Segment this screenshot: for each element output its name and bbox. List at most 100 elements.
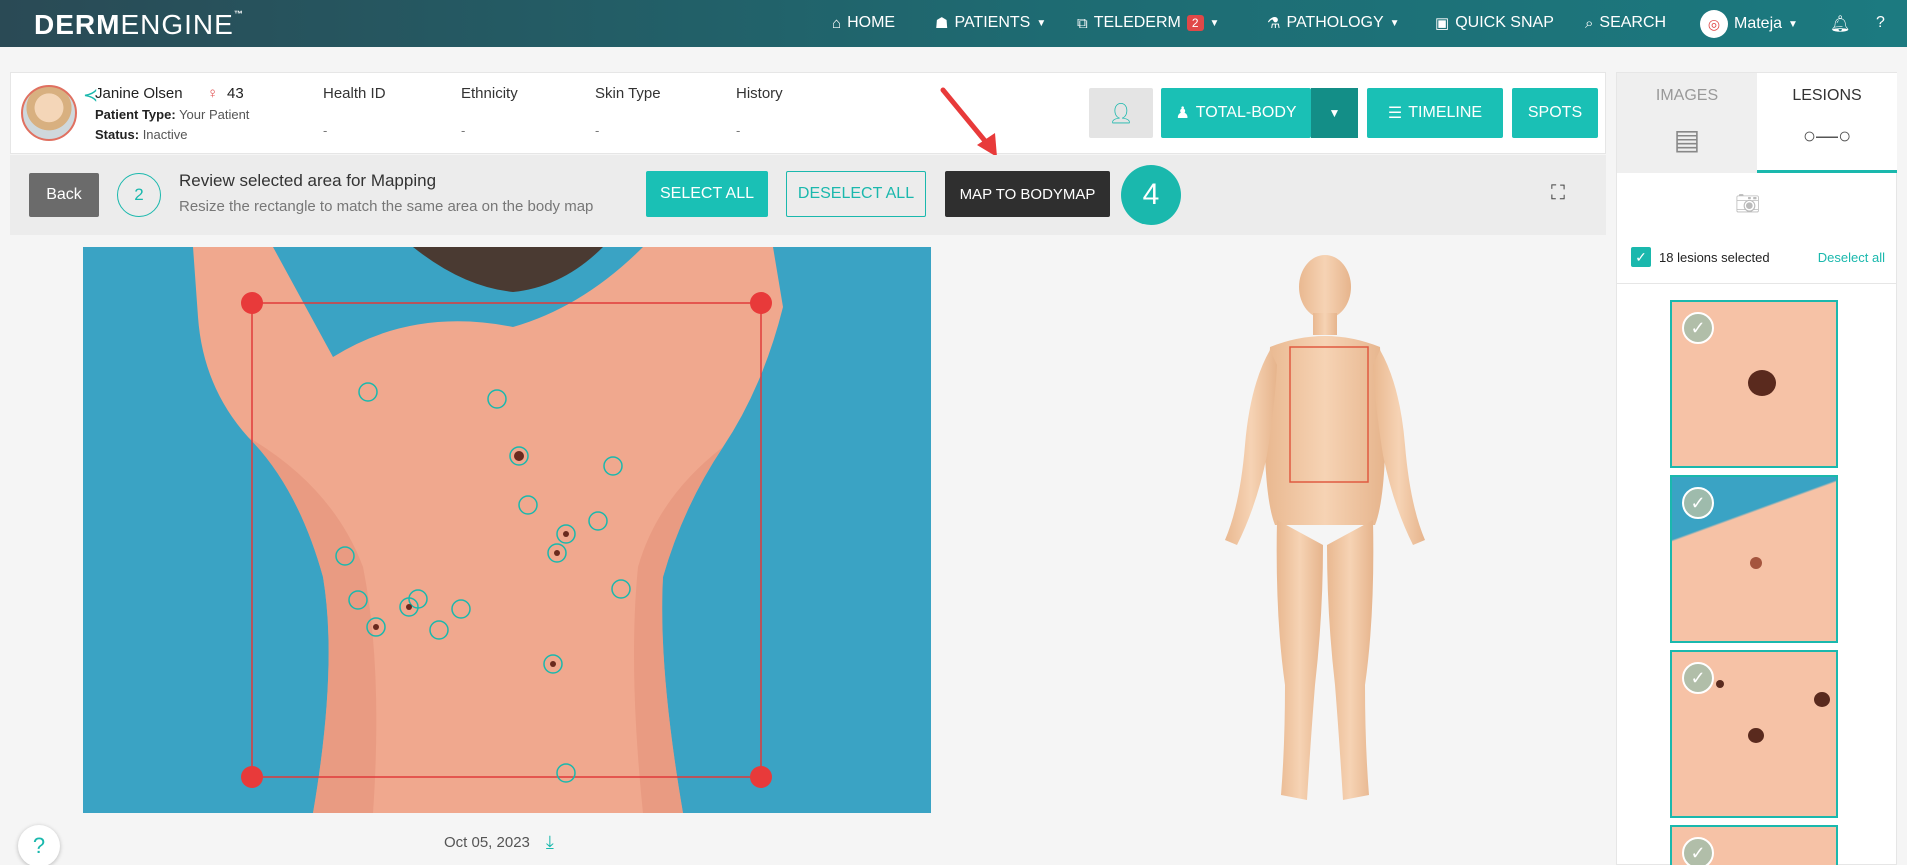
patient-status-row: Status: Inactive [95, 127, 188, 142]
chevron-down-icon: ▼ [1788, 18, 1798, 30]
images-stack-icon: ▤ [1673, 124, 1701, 155]
nav-pathology[interactable]: ⚗ PATHOLOGY ▼ [1267, 14, 1400, 32]
map-to-bodymap-button[interactable]: MAP TO BODYMAP [945, 171, 1110, 217]
nav-pathology-label: PATHOLOGY [1286, 14, 1384, 31]
step-indicator: 2 [117, 173, 161, 217]
lesion-mole [1748, 370, 1776, 396]
nav-user-menu[interactable]: ◎ Mateja ▼ [1700, 10, 1798, 38]
chevron-down-icon: ▼ [1328, 106, 1341, 120]
column-value-skin-type: - [595, 123, 600, 138]
nav-search-label: SEARCH [1599, 14, 1667, 31]
column-header-health-id: Health ID [323, 85, 386, 102]
column-value-history: - [736, 123, 741, 138]
lesion-mole [1750, 557, 1762, 569]
chevron-down-icon: ▼ [1389, 17, 1400, 29]
annotation-arrow [940, 87, 997, 157]
fullscreen-icon[interactable]: ⛶ [1551, 182, 1565, 205]
patient-avatar [21, 85, 77, 141]
nav-quick-snap[interactable]: ▣ QUICK SNAP [1435, 14, 1554, 32]
patient-header: ≺ Janine Olsen ♀ 43 Patient Type: Your P… [10, 72, 1606, 154]
nav-patients-label: PATIENTS [954, 14, 1031, 31]
logo-trademark: ™ [233, 9, 244, 19]
patients-icon: ☗ [935, 15, 949, 32]
bell-icon[interactable]: 🔔︎ [1830, 14, 1850, 34]
tab-lesions-label: LESIONS [1792, 87, 1862, 104]
back-photo-illustration [83, 247, 931, 813]
camera-icon[interactable]: 📷︎ [1735, 191, 1760, 216]
column-value-health-id: - [323, 123, 328, 138]
divider [1617, 283, 1896, 284]
body-icon: ♟ [1175, 105, 1190, 122]
total-body-label: TOTAL-BODY [1195, 104, 1297, 121]
chevron-down-icon: ▼ [1209, 17, 1220, 29]
lesion-mole [1748, 728, 1764, 743]
patient-status-value: Inactive [142, 127, 188, 142]
patient-photo[interactable] [83, 247, 931, 813]
step-subtitle: Resize the rectangle to match the same a… [179, 198, 594, 215]
female-icon: ♀ [207, 85, 219, 102]
patient-name: Janine Olsen [95, 85, 183, 102]
column-header-history: History [736, 85, 783, 102]
tab-images[interactable]: IMAGES ▤ [1617, 73, 1757, 173]
column-header-ethnicity: Ethnicity [461, 85, 518, 102]
patient-type-label: Patient Type: [95, 107, 176, 122]
download-icon[interactable]: ⤓ [546, 832, 554, 853]
check-icon: ✓ [1682, 312, 1714, 344]
patient-type-row: Patient Type: Your Patient [95, 107, 249, 122]
select-all-button[interactable]: SELECT ALL [646, 171, 768, 217]
patient-status-label: Status: [95, 127, 140, 142]
chevron-down-icon: ▼ [1036, 17, 1047, 29]
lesion-thumbnail[interactable]: ✓ [1670, 650, 1838, 818]
mapping-toolbar: Back 2 Review selected area for Mapping … [10, 155, 1606, 235]
microscope-icon: ⚗ [1267, 15, 1281, 32]
logo-text-bold: DERM [34, 9, 121, 40]
lesion-thumbnail[interactable]: ✓ [1670, 300, 1838, 468]
lesion-mole [1814, 692, 1830, 707]
notification-badge: 2 [1186, 15, 1204, 31]
nav-telederm-label: TELEDERM [1093, 14, 1181, 31]
nav-home[interactable]: ⌂ HOME [832, 14, 895, 32]
logo[interactable]: DERMENGINE™ [34, 9, 244, 41]
patient-profile-button[interactable]: 👤︎ [1089, 88, 1153, 138]
step-title: Review selected area for Mapping [179, 171, 437, 190]
total-body-button[interactable]: ♟ TOTAL-BODY [1161, 88, 1311, 138]
nav-telederm[interactable]: ⧉ TELEDERM 2 ▼ [1077, 14, 1219, 32]
column-header-skin-type: Skin Type [595, 85, 661, 102]
check-icon: ✓ [1682, 662, 1714, 694]
timeline-icon: ☰ [1387, 105, 1403, 122]
nav-quick-snap-label: QUICK SNAP [1455, 14, 1554, 31]
deselect-all-button[interactable]: DESELECT ALL [786, 171, 926, 217]
photo-date-row: Oct 05, 2023 ⤓ [444, 832, 554, 853]
right-panel: IMAGES ▤ LESIONS ○—○ 📷︎ ✓ 18 lesions sel… [1616, 72, 1897, 865]
body-map[interactable] [1215, 255, 1435, 810]
patient-type-value: Your Patient [179, 107, 250, 122]
back-button[interactable]: Back [29, 173, 99, 217]
user-avatar-icon: ◎ [1700, 10, 1728, 38]
tab-lesions[interactable]: LESIONS ○—○ [1757, 73, 1897, 173]
search-icon: ⌕ [1585, 14, 1594, 32]
tab-images-label: IMAGES [1655, 87, 1719, 104]
top-nav: DERMENGINE™ ⌂ HOME ☗ PATIENTS ▼ ⧉ TELEDERM 2 ▼… [0, 0, 1907, 47]
total-body-dropdown-toggle[interactable]: ▼ [1311, 88, 1358, 138]
deselect-all-link[interactable]: Deselect all [1818, 250, 1885, 265]
nav-patients[interactable]: ☗ PATIENTS ▼ [935, 14, 1046, 32]
spots-label: SPOTS [1527, 104, 1583, 121]
select-all-checkbox[interactable]: ✓ [1631, 247, 1651, 267]
telederm-icon: ⧉ [1077, 14, 1088, 32]
column-value-ethnicity: - [461, 123, 466, 138]
help-button[interactable]: ? [18, 825, 60, 865]
lesion-selection-row: ✓ 18 lesions selected Deselect all [1631, 243, 1885, 271]
nav-home-label: HOME [847, 14, 896, 31]
nav-search[interactable]: ⌕ SEARCH [1585, 14, 1666, 32]
timeline-label: TIMELINE [1408, 104, 1483, 121]
link-icon: ○—○ [1802, 123, 1852, 148]
logo-text-thin: ENGINE [120, 9, 234, 40]
lesion-thumbnail[interactable]: ✓ [1670, 825, 1838, 865]
spots-button[interactable]: SPOTS [1512, 88, 1598, 138]
help-icon[interactable]: ? [1876, 14, 1885, 32]
photo-date: Oct 05, 2023 [444, 834, 530, 851]
lesion-thumbnail[interactable]: ✓ [1670, 475, 1838, 643]
timeline-button[interactable]: ☰ TIMELINE [1367, 88, 1503, 138]
lesions-selected-count: 18 lesions selected [1659, 249, 1770, 265]
person-icon: 👤︎ [1108, 102, 1134, 125]
